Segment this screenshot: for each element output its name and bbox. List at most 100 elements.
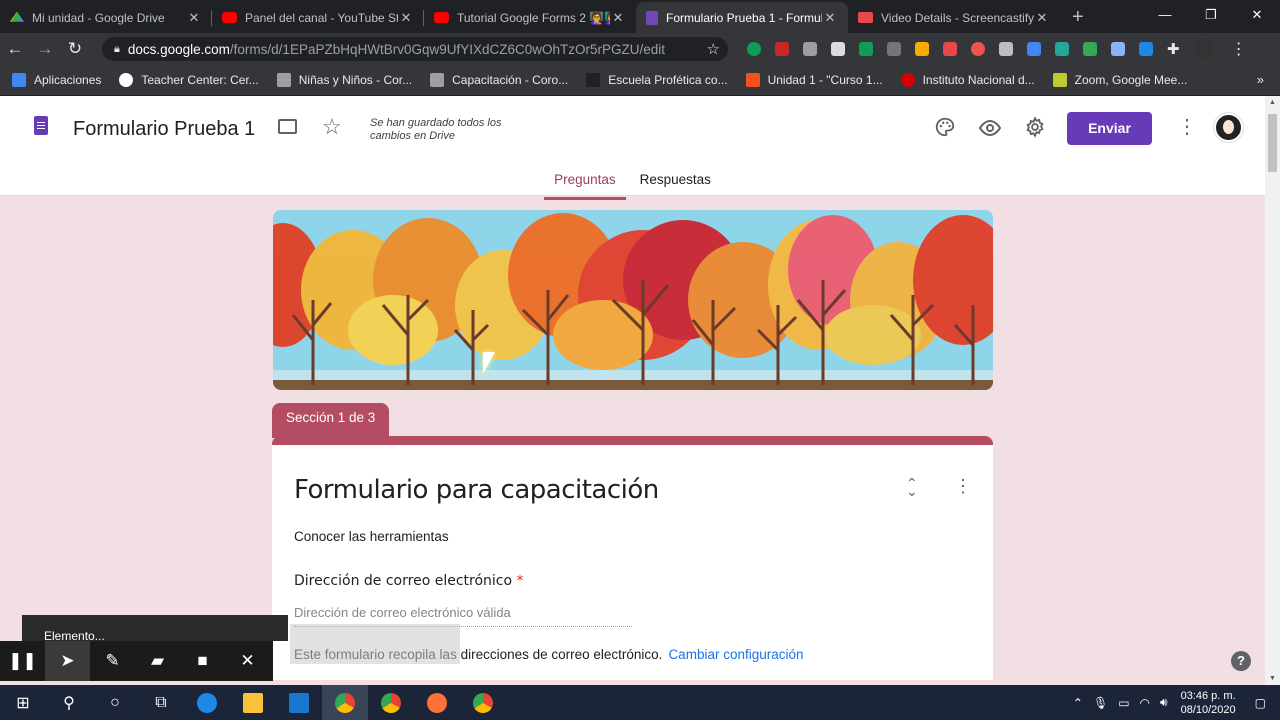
back-icon[interactable]: ← bbox=[0, 39, 30, 59]
close-toolbar-icon[interactable]: ✕ bbox=[225, 641, 270, 681]
forward-icon[interactable]: → bbox=[30, 39, 60, 59]
help-icon[interactable]: ? bbox=[1231, 651, 1251, 671]
scrollbar-thumb[interactable] bbox=[1268, 114, 1277, 172]
pen-icon[interactable]: ✎ bbox=[90, 641, 135, 681]
highlighter-icon[interactable]: ▰ bbox=[135, 641, 180, 681]
bookmarks-more-icon[interactable]: » bbox=[1257, 72, 1264, 87]
mouse-cursor-icon bbox=[483, 352, 495, 374]
bookmark-item[interactable]: Zoom, Google Mee... bbox=[1052, 73, 1187, 87]
minimize-icon[interactable]: — bbox=[1142, 0, 1188, 30]
extension-translate-icon[interactable] bbox=[1027, 42, 1041, 56]
forms-header: Formulario Prueba 1 ☆ Se han guardado to… bbox=[0, 96, 1265, 200]
close-icon[interactable]: ✕ bbox=[186, 10, 202, 26]
scroll-up-icon[interactable]: ▲ bbox=[1269, 99, 1276, 106]
tab-preguntas[interactable]: Preguntas bbox=[544, 166, 626, 200]
wifi-icon[interactable]: ◠ bbox=[1140, 696, 1150, 710]
extension-monitor-icon[interactable] bbox=[999, 42, 1013, 56]
chrome-icon[interactable] bbox=[460, 685, 506, 720]
file-explorer-icon[interactable] bbox=[230, 685, 276, 720]
volume-icon[interactable]: 🔊︎ bbox=[1160, 695, 1168, 710]
extension-play-icon[interactable] bbox=[1111, 42, 1125, 56]
browser-tab[interactable]: Tutorial Google Forms 2 👩‍🏫👩‍🏫 ✕ bbox=[424, 2, 636, 33]
extension-badge-icon[interactable] bbox=[915, 42, 929, 56]
close-icon[interactable]: ✕ bbox=[822, 10, 838, 26]
extension-feather-icon[interactable] bbox=[803, 42, 817, 56]
cortana-icon[interactable]: ○ bbox=[92, 685, 138, 720]
search-icon[interactable]: ⚲ bbox=[46, 685, 92, 720]
edge-icon[interactable] bbox=[184, 685, 230, 720]
new-tab-button[interactable]: + bbox=[1060, 2, 1096, 33]
extension-pen-icon[interactable] bbox=[1139, 42, 1153, 56]
restore-icon[interactable]: ❐ bbox=[1188, 0, 1234, 30]
extension-target-icon[interactable] bbox=[971, 42, 985, 56]
folder-icon[interactable] bbox=[278, 119, 297, 134]
close-icon[interactable]: ✕ bbox=[1034, 10, 1050, 26]
change-settings-link[interactable]: Cambiar configuración bbox=[668, 647, 803, 662]
google-icon bbox=[119, 73, 134, 87]
reload-icon[interactable]: ↻ bbox=[60, 39, 90, 59]
section-more-icon[interactable]: ⋮ bbox=[954, 477, 972, 495]
close-icon[interactable]: ✕ bbox=[398, 10, 414, 26]
windows-start-icon[interactable]: ⊞ bbox=[0, 685, 46, 720]
extension-sheets-icon[interactable] bbox=[859, 42, 873, 56]
url-field[interactable]: 🔒︎ docs.google.com/forms/d/1EPaPZbHqHWtB… bbox=[102, 37, 728, 61]
form-description[interactable]: Conocer las herramientas bbox=[294, 529, 449, 544]
bookmark-item[interactable]: Niñas y Niños - Cor... bbox=[276, 73, 412, 87]
pointer-icon[interactable]: ➤ bbox=[45, 641, 90, 681]
bookmark-star-icon[interactable]: ☆ bbox=[707, 40, 720, 58]
chrome-icon[interactable] bbox=[322, 685, 368, 720]
bookmark-apps[interactable]: Aplicaciones bbox=[12, 73, 101, 87]
tab-title: Mi unidad - Google Drive bbox=[32, 10, 165, 25]
page-scrollbar[interactable]: ▲ ▼ bbox=[1265, 96, 1280, 685]
extension-screencastify-icon[interactable] bbox=[943, 42, 957, 56]
window-close-icon[interactable]: ✕ bbox=[1234, 0, 1280, 30]
extension-pdf-icon[interactable] bbox=[775, 42, 789, 56]
forms-logo-icon[interactable] bbox=[34, 116, 48, 135]
screencastify-toolbar: ❚❚ ➤ ✎ ▰ ■ ✕ bbox=[0, 641, 273, 681]
task-view-icon[interactable]: ⧉ bbox=[138, 685, 184, 720]
form-file-title[interactable]: Formulario Prueba 1 bbox=[73, 118, 255, 141]
windows-taskbar: ⊞ ⚲ ○ ⧉ ⌃ 🎙︎ ▭ ◠ 🔊︎ 03:46 p. m. 08/10/20… bbox=[0, 685, 1280, 720]
camera-icon[interactable]: ■ bbox=[180, 641, 225, 681]
pause-icon[interactable]: ❚❚ bbox=[0, 641, 45, 681]
form-heading[interactable]: Formulario para capacitación bbox=[294, 475, 659, 505]
pixelated-overlay bbox=[290, 624, 460, 664]
collapse-section-icon[interactable]: ⌃ ⌄ bbox=[906, 476, 918, 498]
battery-icon[interactable]: ▭ bbox=[1118, 696, 1129, 710]
extension-check-icon[interactable] bbox=[1083, 42, 1097, 56]
gear-icon[interactable] bbox=[1023, 116, 1047, 140]
extension-gem-icon[interactable] bbox=[1055, 42, 1069, 56]
tab-respuestas[interactable]: Respuestas bbox=[630, 166, 721, 200]
clock-time: 03:46 p. m. bbox=[1180, 689, 1236, 702]
send-button[interactable]: Enviar bbox=[1067, 112, 1152, 145]
clock[interactable]: 03:46 p. m. 08/10/2020 bbox=[1181, 689, 1236, 717]
extensions-puzzle-icon[interactable]: ✚ bbox=[1167, 40, 1180, 58]
close-icon[interactable]: ✕ bbox=[610, 10, 626, 26]
mail-icon[interactable] bbox=[276, 685, 322, 720]
extension-chat-icon[interactable] bbox=[887, 42, 901, 56]
notifications-icon[interactable]: ▢ bbox=[1255, 696, 1266, 710]
microphone-icon[interactable]: 🎙︎ bbox=[1093, 696, 1108, 710]
browser-tab[interactable]: Mi unidad - Google Drive ✕ bbox=[0, 2, 212, 33]
more-options-icon[interactable]: ⋮ bbox=[1177, 114, 1197, 140]
bookmark-item[interactable]: Teacher Center: Cer... bbox=[119, 73, 259, 87]
browser-tab-active[interactable]: Formulario Prueba 1 - Formularios ✕ bbox=[636, 2, 848, 33]
bookmark-item[interactable]: Instituto Nacional d... bbox=[900, 73, 1035, 87]
palette-icon[interactable] bbox=[933, 116, 957, 140]
extension-grid-icon[interactable] bbox=[831, 42, 845, 56]
bookmark-item[interactable]: Capacitación - Coro... bbox=[430, 73, 568, 87]
eye-preview-icon[interactable] bbox=[978, 116, 1002, 140]
firefox-icon[interactable] bbox=[414, 685, 460, 720]
bookmark-item[interactable]: Unidad 1 - "Curso 1... bbox=[745, 73, 883, 87]
chrome-icon[interactable] bbox=[368, 685, 414, 720]
avatar[interactable] bbox=[1214, 113, 1243, 142]
tray-expand-icon[interactable]: ⌃ bbox=[1073, 696, 1083, 710]
bookmark-item[interactable]: Escuela Profética co... bbox=[586, 73, 728, 87]
chrome-menu-icon[interactable]: ⋮ bbox=[1231, 39, 1247, 59]
extension-shield-icon[interactable] bbox=[747, 42, 761, 56]
star-icon[interactable]: ☆ bbox=[322, 114, 342, 140]
browser-tab[interactable]: Video Details - Screencastify ✕ bbox=[848, 2, 1060, 33]
scroll-down-icon[interactable]: ▼ bbox=[1269, 675, 1276, 682]
profile-avatar-icon[interactable] bbox=[1193, 39, 1214, 59]
browser-tab[interactable]: Panel del canal - YouTube Studio ✕ bbox=[212, 2, 424, 33]
